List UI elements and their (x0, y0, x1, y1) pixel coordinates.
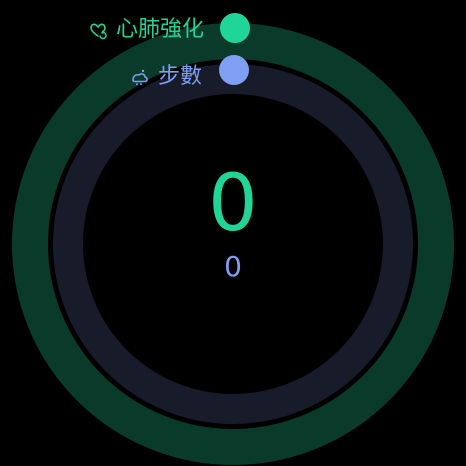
steps-icon (132, 69, 148, 86)
cardio-label[interactable]: 心肺強化 (88, 17, 204, 43)
cardio-value: 0 (208, 159, 258, 249)
steps-value: 0 (224, 250, 242, 283)
steps-label[interactable]: 步數 (130, 64, 202, 90)
cardio-indicator-dot (220, 13, 250, 43)
heart-refresh-icon (90, 23, 107, 40)
steps-label-text: 步數 (158, 64, 203, 89)
watch-face: 心肺強化 步數 0 0 (0, 0, 466, 466)
steps-indicator-dot (219, 55, 249, 85)
cardio-label-text: 心肺強化 (116, 17, 205, 42)
